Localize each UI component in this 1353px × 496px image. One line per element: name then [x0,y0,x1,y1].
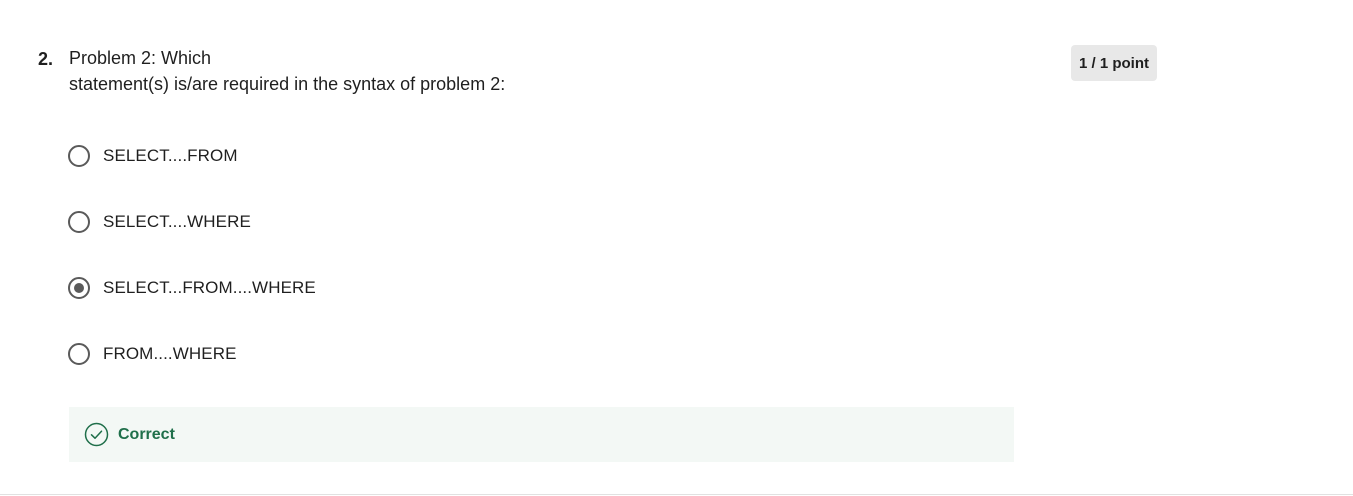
radio-button[interactable] [68,343,90,365]
question-prompt: Problem 2: Which statement(s) is/are req… [69,45,969,97]
answer-option-label: FROM....WHERE [103,344,237,363]
answer-option-label: SELECT....FROM [103,146,238,165]
question-number: 2. [38,49,54,69]
answer-option-4[interactable]: FROM....WHERE [67,336,316,372]
radio-button[interactable] [68,211,90,233]
answer-option-label: SELECT....WHERE [103,212,251,231]
score-badge: 1 / 1 point [1071,45,1157,81]
question-prompt-line-1: Problem 2: Which [69,48,212,68]
feedback-label: Correct [118,425,175,443]
radio-button[interactable] [68,145,90,167]
check-circle-icon [84,422,109,447]
answer-option-2[interactable]: SELECT....WHERE [67,204,316,240]
radio-button-selected[interactable] [68,277,90,299]
answer-option-1[interactable]: SELECT....FROM [67,138,316,174]
answer-option-label: SELECT...FROM....WHERE [103,278,316,297]
divider [0,494,1353,495]
answer-options: SELECT....FROM SELECT....WHERE SELECT...… [67,138,316,402]
quiz-question-page: 2. Problem 2: Which statement(s) is/are … [0,0,1353,496]
answer-option-3[interactable]: SELECT...FROM....WHERE [67,270,316,306]
question-prompt-line-2: statement(s) is/are required in the synt… [69,74,506,94]
feedback-panel: Correct [69,407,1014,462]
